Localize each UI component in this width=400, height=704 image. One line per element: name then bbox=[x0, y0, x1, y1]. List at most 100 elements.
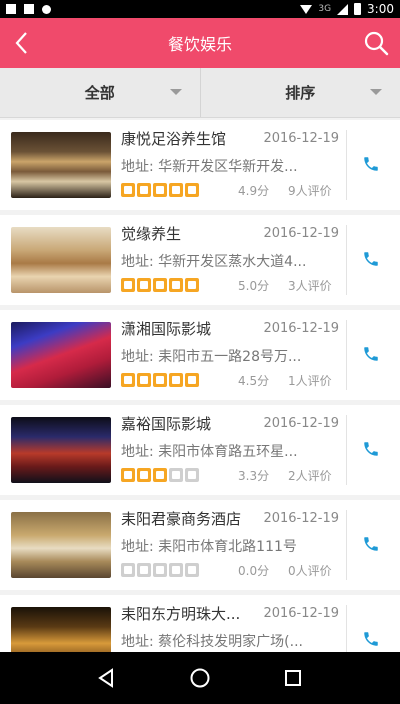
star-icon bbox=[121, 278, 135, 292]
venue-address: 地址: 耒阳市五一路28号万... bbox=[121, 349, 302, 365]
venue-address: 地址: 耒阳市体育北路111号 bbox=[121, 539, 297, 555]
star-empty-icon bbox=[185, 563, 199, 577]
venue-reviews: 3人评价 bbox=[288, 279, 332, 293]
signal-icon bbox=[337, 3, 349, 15]
venue-list[interactable]: 康悦足浴养生馆 2016-12-19 地址: 华新开发区华新开发... 4.9分… bbox=[0, 120, 400, 652]
app-header: 餐饮娱乐 bbox=[0, 18, 400, 68]
search-button[interactable] bbox=[360, 27, 392, 59]
page-title: 餐饮娱乐 bbox=[167, 35, 232, 54]
caret-down-icon bbox=[169, 89, 182, 95]
filter-sort-label: 排序 bbox=[285, 84, 316, 102]
star-icon bbox=[169, 278, 183, 292]
venue-thumbnail bbox=[11, 607, 111, 652]
venue-date: 2016-12-19 bbox=[263, 131, 339, 146]
star-icon bbox=[121, 183, 135, 197]
star-icon bbox=[153, 183, 167, 197]
star-empty-icon bbox=[169, 468, 183, 482]
call-button[interactable] bbox=[360, 533, 382, 555]
venue-name: 康悦足浴养生馆 bbox=[121, 130, 227, 148]
back-button[interactable] bbox=[8, 30, 34, 56]
nav-recents-button[interactable] bbox=[278, 663, 308, 693]
battery-icon bbox=[354, 3, 362, 15]
star-icon bbox=[153, 468, 167, 482]
venue-thumbnail bbox=[11, 417, 111, 483]
venue-address: 地址: 华新开发区华新开发... bbox=[121, 159, 298, 175]
divider bbox=[346, 130, 347, 200]
filter-sort-dropdown[interactable]: 排序 bbox=[199, 68, 400, 117]
venue-address: 地址: 蔡伦科技发明家广场(... bbox=[121, 634, 303, 650]
phone-icon bbox=[364, 632, 378, 646]
nav-back-button[interactable] bbox=[92, 663, 122, 693]
star-empty-icon bbox=[185, 468, 199, 482]
venue-score: 5.0分 bbox=[238, 279, 270, 293]
venue-item[interactable]: 康悦足浴养生馆 2016-12-19 地址: 华新开发区华新开发... 4.9分… bbox=[0, 120, 400, 210]
venue-name: 觉缘养生 bbox=[121, 225, 182, 243]
star-empty-icon bbox=[153, 563, 167, 577]
venue-address: 地址: 华新开发区蒸水大道4... bbox=[121, 254, 307, 270]
venue-reviews: 9人评价 bbox=[288, 184, 332, 198]
phone-icon bbox=[364, 537, 378, 551]
star-icon bbox=[121, 468, 135, 482]
network-type: 3G bbox=[318, 4, 332, 14]
divider bbox=[346, 605, 347, 652]
star-rating bbox=[121, 183, 199, 197]
phone-icon bbox=[364, 157, 378, 171]
search-icon bbox=[364, 31, 389, 56]
phone-icon bbox=[364, 347, 378, 361]
venue-score: 4.9分 bbox=[238, 184, 270, 198]
filter-bar: 全部 排序 bbox=[0, 68, 400, 118]
call-button[interactable] bbox=[360, 343, 382, 365]
call-button[interactable] bbox=[360, 438, 382, 460]
system-nav-bar bbox=[0, 652, 400, 704]
venue-score: 4.5分 bbox=[238, 374, 270, 388]
venue-score: 0.0分 bbox=[238, 564, 270, 578]
star-rating bbox=[121, 278, 199, 292]
venue-item[interactable]: 潇湘国际影城 2016-12-19 地址: 耒阳市五一路28号万... 4.5分… bbox=[0, 310, 400, 400]
star-icon bbox=[185, 183, 199, 197]
venue-address: 地址: 耒阳市体育路五环星... bbox=[121, 444, 298, 460]
star-icon bbox=[137, 468, 151, 482]
venue-date: 2016-12-19 bbox=[263, 606, 339, 621]
call-button[interactable] bbox=[360, 628, 382, 650]
chevron-left-icon bbox=[15, 32, 27, 54]
caret-down-icon bbox=[370, 89, 382, 95]
venue-date: 2016-12-19 bbox=[263, 511, 339, 526]
circle-home-icon bbox=[190, 668, 210, 688]
venue-item[interactable]: 耒阳君豪商务酒店 2016-12-19 地址: 耒阳市体育北路111号 0.0分… bbox=[0, 500, 400, 590]
venue-thumbnail bbox=[11, 512, 111, 578]
venue-reviews: 2人评价 bbox=[288, 469, 332, 483]
venue-item[interactable]: 耒阳东方明珠大... 2016-12-19 地址: 蔡伦科技发明家广场(... bbox=[0, 595, 400, 652]
star-icon bbox=[137, 183, 151, 197]
venue-reviews: 1人评价 bbox=[288, 374, 332, 388]
venue-item[interactable]: 嘉裕国际影城 2016-12-19 地址: 耒阳市体育路五环星... 3.3分 … bbox=[0, 405, 400, 495]
star-icon bbox=[121, 373, 135, 387]
filter-all-label: 全部 bbox=[84, 84, 115, 102]
triangle-back-icon bbox=[97, 668, 113, 688]
status-time: 3:00 bbox=[367, 2, 394, 16]
phone-icon bbox=[364, 442, 378, 456]
divider bbox=[346, 415, 347, 485]
phone-icon bbox=[364, 252, 378, 266]
star-rating bbox=[121, 373, 199, 387]
venue-thumbnail bbox=[11, 227, 111, 293]
star-icon bbox=[169, 373, 183, 387]
venue-score: 3.3分 bbox=[238, 469, 270, 483]
call-button[interactable] bbox=[360, 153, 382, 175]
star-icon bbox=[153, 373, 167, 387]
square-recents-icon bbox=[285, 670, 302, 686]
venue-name: 潇湘国际影城 bbox=[121, 320, 212, 338]
star-icon bbox=[185, 373, 199, 387]
venue-item[interactable]: 觉缘养生 2016-12-19 地址: 华新开发区蒸水大道4... 5.0分 3… bbox=[0, 215, 400, 305]
call-button[interactable] bbox=[360, 248, 382, 270]
filter-all-dropdown[interactable]: 全部 bbox=[0, 68, 200, 117]
settings-notification-icon bbox=[42, 4, 51, 14]
star-icon bbox=[169, 183, 183, 197]
star-rating bbox=[121, 468, 199, 482]
star-empty-icon bbox=[121, 563, 135, 577]
nav-home-button[interactable] bbox=[185, 663, 215, 693]
venue-date: 2016-12-19 bbox=[263, 226, 339, 241]
venue-name: 耒阳君豪商务酒店 bbox=[121, 510, 242, 528]
venue-reviews: 0人评价 bbox=[288, 564, 332, 578]
star-icon bbox=[137, 373, 151, 387]
star-empty-icon bbox=[169, 563, 183, 577]
